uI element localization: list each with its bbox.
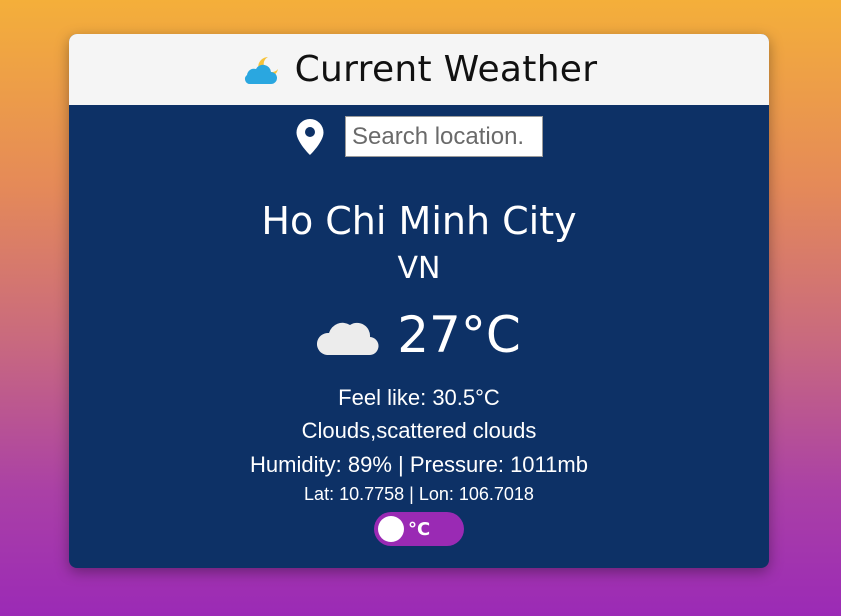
country-code: VN	[397, 251, 441, 286]
weather-description: Clouds,scattered clouds	[301, 418, 537, 443]
toggle-knob[interactable]	[378, 516, 404, 542]
humidity-pressure-text: Humidity: 89% | Pressure: 1011mb	[250, 452, 588, 477]
temperature-row: 27°C	[69, 303, 769, 367]
city-name: Ho Chi Minh City	[261, 199, 577, 243]
partly-cloudy-night-icon	[244, 56, 278, 84]
card-header: Current Weather	[69, 34, 769, 105]
cloud-icon	[317, 322, 379, 356]
temperature-value: 27°C	[397, 306, 521, 364]
search-input[interactable]	[345, 116, 543, 157]
coordinates-text: Lat: 10.7758 | Lon: 106.7018	[304, 484, 534, 504]
card-body: Ho Chi Minh City VN 27°C Feel like: 30.5…	[69, 105, 769, 568]
search-row	[69, 116, 769, 157]
page-title: Current Weather	[294, 49, 598, 90]
toggle-unit-label: °C	[408, 518, 431, 540]
location-pin-icon[interactable]	[295, 118, 325, 156]
unit-toggle[interactable]: °C	[374, 512, 464, 546]
feels-like-text: Feel like: 30.5°C	[338, 385, 500, 410]
weather-card: Current Weather Ho Chi Minh City VN 27°C…	[69, 34, 769, 568]
